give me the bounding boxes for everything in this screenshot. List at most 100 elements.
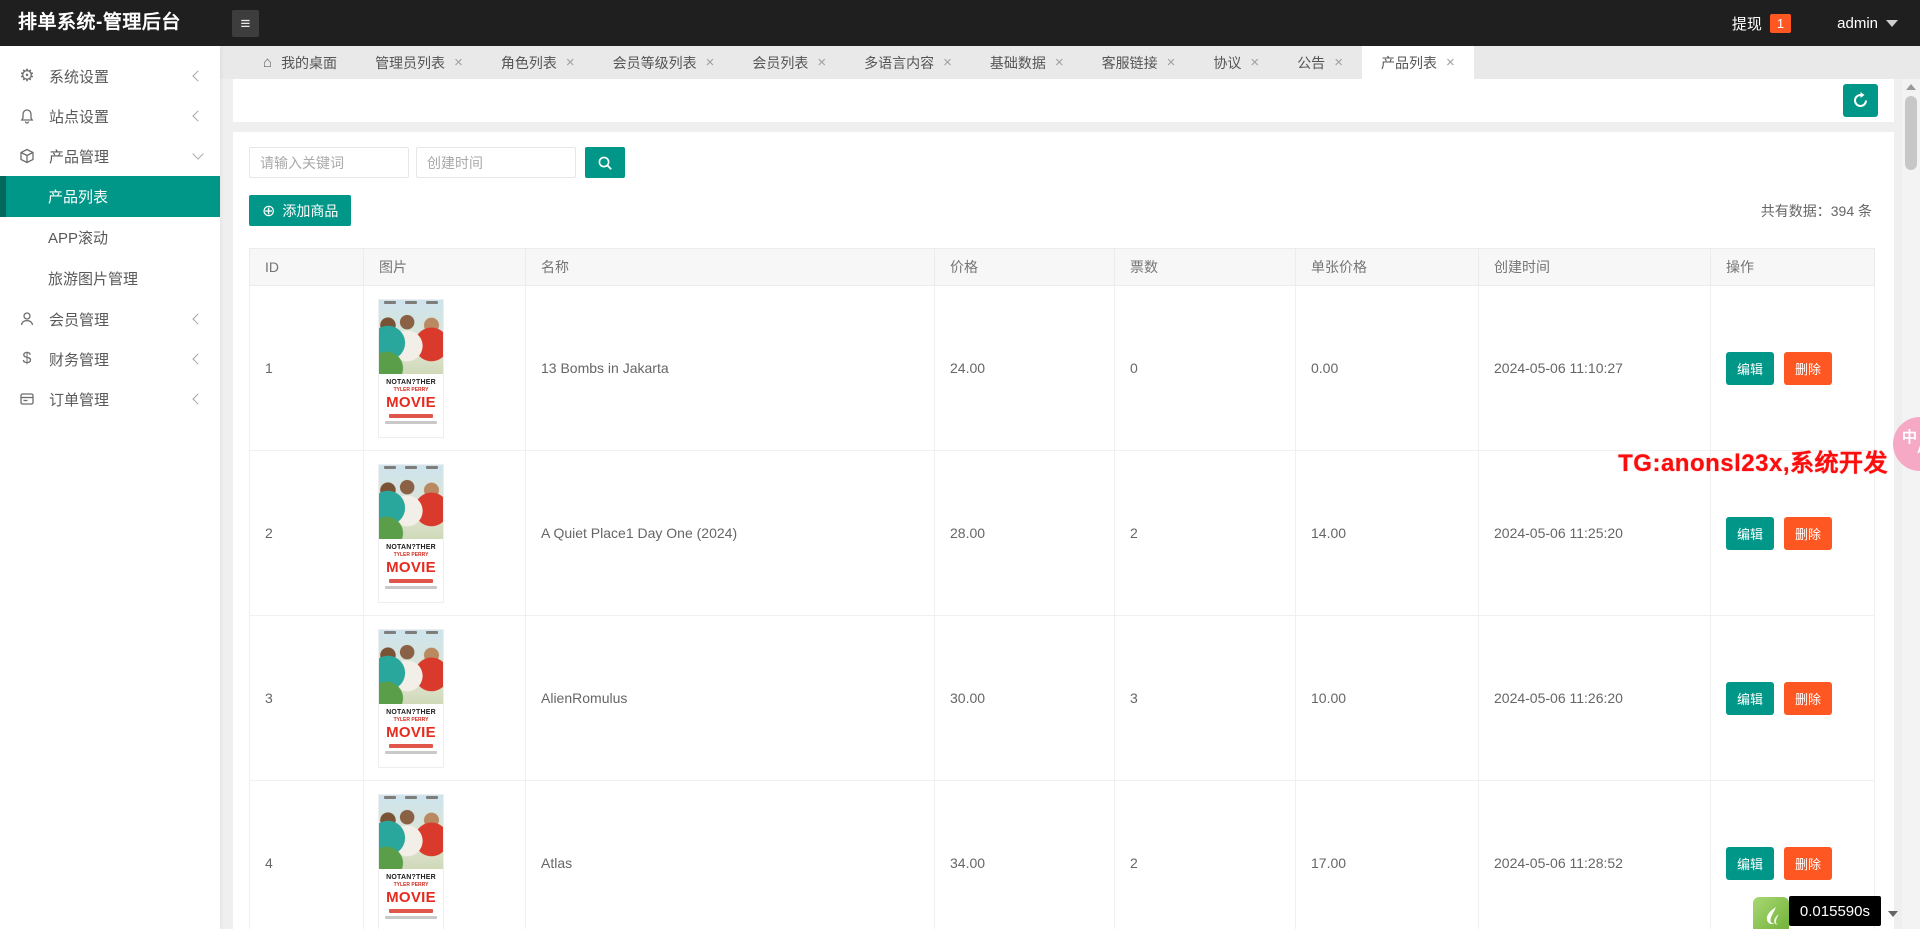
row-image: NOTAN?THERTYLER PERRYMOVIE [364, 451, 526, 616]
row-created-at: 2024-05-06 11:10:27 [1479, 286, 1711, 451]
search-button[interactable] [585, 147, 625, 178]
tab-close-icon[interactable]: × [1250, 55, 1259, 70]
tab-label: 产品列表 [1381, 53, 1437, 73]
poster-red-bar [389, 579, 433, 583]
thinkphp-logo-icon[interactable] [1753, 897, 1789, 929]
poster-red-bar [389, 744, 433, 748]
tab-product-list-tab[interactable]: 产品列表 × [1362, 46, 1474, 79]
delete-button[interactable]: 删除 [1784, 682, 1832, 715]
create-time-input[interactable] [416, 147, 576, 178]
withdraw-count-badge: 1 [1770, 14, 1791, 33]
tab-service-link[interactable]: 客服链接× [1083, 46, 1195, 79]
poster-photo-area [379, 465, 443, 539]
refresh-button[interactable] [1843, 84, 1878, 117]
sidebar-item-system-settings[interactable]: ⚙ 系统设置 [0, 56, 220, 96]
edit-button[interactable]: 编辑 [1726, 847, 1774, 880]
edit-button[interactable]: 编辑 [1726, 517, 1774, 550]
app-header: 排单系统-管理后台 ≡ 提现 1 admin [0, 0, 1920, 46]
column-header: 票数 [1115, 249, 1296, 286]
sidebar-subitem-app-scroll[interactable]: APP滚动 [0, 217, 220, 258]
sidebar-item-site-settings[interactable]: 站点设置 [0, 96, 220, 136]
tab-close-icon[interactable]: × [706, 55, 715, 70]
sidebar-item-label: 系统设置 [49, 66, 109, 87]
tab-close-icon[interactable]: × [1167, 55, 1176, 70]
movie-poster-image: NOTAN?THERTYLER PERRYMOVIE [379, 300, 443, 437]
poster-subtitle-line: TYLER PERRY [379, 552, 443, 559]
row-price: 34.00 [935, 781, 1115, 929]
row-actions: 编辑删除 [1711, 286, 1875, 451]
withdraw-menu-item[interactable]: 提现 1 [1732, 13, 1791, 34]
hamburger-menu-button[interactable]: ≡ [232, 10, 259, 37]
tab-close-icon[interactable]: × [1055, 55, 1064, 70]
tab-label: 角色列表 [501, 53, 557, 73]
poster-credits [379, 631, 443, 634]
poster-title-line: NOTAN?THER [379, 873, 443, 882]
tab-base-data[interactable]: 基础数据× [971, 46, 1083, 79]
tab-admin-list[interactable]: 管理员列表 × [356, 46, 482, 79]
vertical-scrollbar[interactable] [1902, 79, 1920, 929]
delete-button[interactable]: 删除 [1784, 352, 1832, 385]
debug-collapse-caret-icon[interactable] [1888, 911, 1898, 917]
row-name: Atlas [526, 781, 935, 929]
column-header: 创建时间 [1479, 249, 1711, 286]
sidebar-subitem-label: 旅游图片管理 [48, 268, 138, 289]
keyword-input[interactable] [249, 147, 409, 178]
scrollbar-up-arrow-icon[interactable] [1906, 84, 1916, 90]
content-area: ⊕ 添加商品 共有数据：394 条 ID图片名称价格票数单张价格创建时间操作 1… [220, 79, 1902, 929]
row-image: NOTAN?THERTYLER PERRYMOVIE [364, 616, 526, 781]
delete-button[interactable]: 删除 [1784, 847, 1832, 880]
withdraw-label: 提现 [1732, 13, 1762, 34]
tab-role-list[interactable]: 角色列表 × [482, 46, 594, 79]
tab-label: 管理员列表 [375, 53, 445, 73]
search-icon [597, 155, 613, 171]
poster-movie-line: MOVIE [379, 559, 443, 576]
debug-trace-bar[interactable]: 0.015590s [1753, 896, 1898, 929]
tab-close-icon[interactable]: × [943, 55, 952, 70]
poster-title-area: NOTAN?THERTYLER PERRYMOVIE [379, 539, 443, 602]
delete-button[interactable]: 删除 [1784, 517, 1832, 550]
row-price: 28.00 [935, 451, 1115, 616]
add-product-button[interactable]: ⊕ 添加商品 [249, 195, 351, 226]
row-price: 24.00 [935, 286, 1115, 451]
chevron-down-icon [1886, 20, 1898, 27]
chevron-left-icon [192, 393, 203, 404]
poster-credits [379, 466, 443, 469]
edit-button[interactable]: 编辑 [1726, 352, 1774, 385]
tab-agreement[interactable]: 协议× [1194, 46, 1278, 79]
poster-credits [379, 796, 443, 799]
row-image: NOTAN?THERTYLER PERRYMOVIE [364, 781, 526, 929]
tab-multilang-content[interactable]: 多语言内容× [845, 46, 971, 79]
sidebar-item-finance-manage[interactable]: $财务管理 [0, 339, 220, 379]
row-id: 2 [250, 451, 364, 616]
tab-close-icon[interactable]: × [817, 55, 826, 70]
tab-close-icon[interactable]: × [1334, 55, 1343, 70]
tab-close-icon[interactable]: × [566, 55, 575, 70]
gear-icon: ⚙ [18, 66, 36, 86]
sidebar-subitem-product-list[interactable]: 产品列表 [0, 176, 220, 217]
table-header-row: ID图片名称价格票数单张价格创建时间操作 [250, 249, 1875, 286]
tab-close-icon[interactable]: × [454, 55, 463, 70]
tab-announcement[interactable]: 公告× [1278, 46, 1362, 79]
row-unit-price: 10.00 [1296, 616, 1479, 781]
sidebar-subitem-travel-images[interactable]: 旅游图片管理 [0, 258, 220, 299]
user-menu[interactable]: admin [1837, 15, 1898, 32]
poster-credits [379, 301, 443, 304]
tab-member-level-list[interactable]: 会员等级列表× [594, 46, 734, 79]
chevron-left-icon [192, 353, 203, 364]
sidebar-item-member-manage[interactable]: 会员管理 [0, 299, 220, 339]
tab-close-icon[interactable]: × [1446, 55, 1455, 70]
tab-my-desktop[interactable]: ⌂我的桌面 [244, 46, 356, 79]
movie-poster-image: NOTAN?THERTYLER PERRYMOVIE [379, 465, 443, 602]
scrollbar-thumb[interactable] [1905, 96, 1917, 170]
edit-button[interactable]: 编辑 [1726, 682, 1774, 715]
sidebar-item-order-manage[interactable]: 订单管理 [0, 379, 220, 419]
debug-time-badge: 0.015590s [1789, 896, 1881, 926]
row-id: 1 [250, 286, 364, 451]
dollar-icon: $ [18, 350, 36, 368]
poster-title-line: NOTAN?THER [379, 378, 443, 387]
row-id: 3 [250, 616, 364, 781]
tab-member-list[interactable]: 会员列表× [733, 46, 845, 79]
total-count-text: 共有数据：394 条 [1761, 201, 1872, 221]
sidebar-item-product-manage[interactable]: 产品管理 [0, 136, 220, 176]
row-tickets: 3 [1115, 616, 1296, 781]
